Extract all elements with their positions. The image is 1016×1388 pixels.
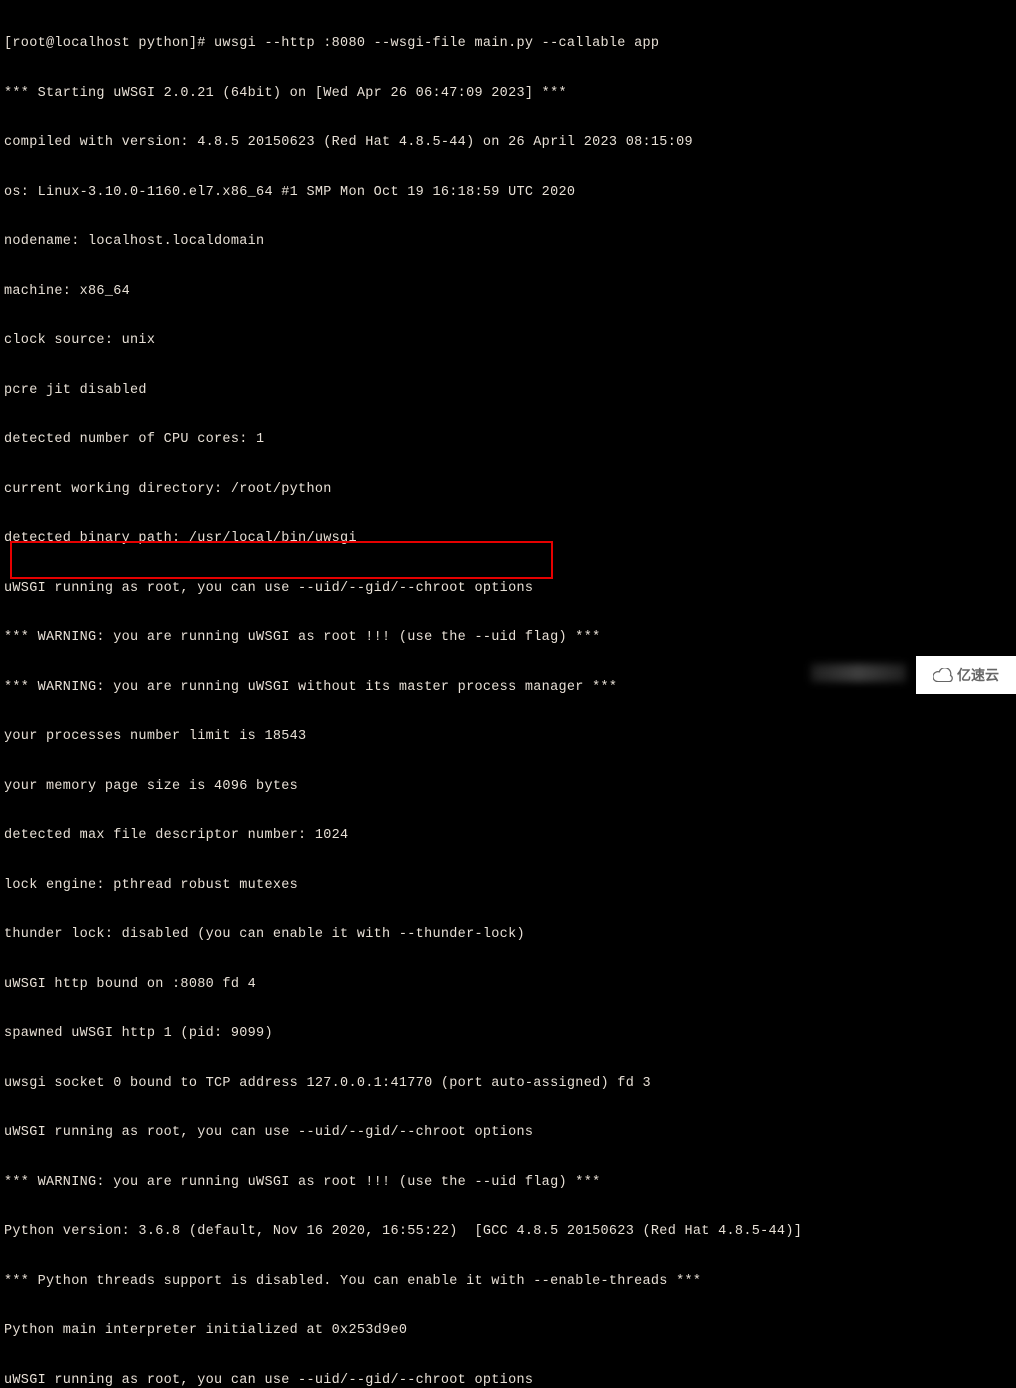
terminal-line: *** Starting uWSGI 2.0.21 (64bit) on [We…: [4, 86, 1012, 103]
terminal-line: uWSGI running as root, you can use --uid…: [4, 1125, 1012, 1142]
terminal-line: *** WARNING: you are running uWSGI as ro…: [4, 1175, 1012, 1192]
terminal-line: *** Python threads support is disabled. …: [4, 1274, 1012, 1291]
terminal-line: detected max file descriptor number: 102…: [4, 828, 1012, 845]
terminal-line: nodename: localhost.localdomain: [4, 234, 1012, 251]
terminal-line: [root@localhost python]# uwsgi --http :8…: [4, 36, 1012, 53]
terminal-line: detected binary path: /usr/local/bin/uws…: [4, 531, 1012, 548]
terminal-line: current working directory: /root/python: [4, 482, 1012, 499]
terminal-line: compiled with version: 4.8.5 20150623 (R…: [4, 135, 1012, 152]
terminal-line: machine: x86_64: [4, 284, 1012, 301]
terminal-line: detected number of CPU cores: 1: [4, 432, 1012, 449]
watermark-logo: 亿速云: [916, 656, 1016, 694]
terminal-line: uWSGI running as root, you can use --uid…: [4, 581, 1012, 598]
terminal-line: Python main interpreter initialized at 0…: [4, 1323, 1012, 1340]
terminal-line: clock source: unix: [4, 333, 1012, 350]
terminal-line: your memory page size is 4096 bytes: [4, 779, 1012, 796]
terminal-output: [root@localhost python]# uwsgi --http :8…: [0, 0, 1016, 1388]
terminal-line: *** WARNING: you are running uWSGI as ro…: [4, 630, 1012, 647]
terminal-line: uWSGI http bound on :8080 fd 4: [4, 977, 1012, 994]
terminal-line: your processes number limit is 18543: [4, 729, 1012, 746]
terminal-line: Python version: 3.6.8 (default, Nov 16 2…: [4, 1224, 1012, 1241]
terminal-line: thunder lock: disabled (you can enable i…: [4, 927, 1012, 944]
terminal-line: os: Linux-3.10.0-1160.el7.x86_64 #1 SMP …: [4, 185, 1012, 202]
terminal-line: uwsgi socket 0 bound to TCP address 127.…: [4, 1076, 1012, 1093]
terminal-line: pcre jit disabled: [4, 383, 1012, 400]
terminal-line: spawned uWSGI http 1 (pid: 9099): [4, 1026, 1012, 1043]
watermark-text: 亿速云: [957, 667, 999, 684]
terminal-line: lock engine: pthread robust mutexes: [4, 878, 1012, 895]
terminal-line: uWSGI running as root, you can use --uid…: [4, 1373, 1012, 1388]
cloud-icon: [933, 668, 953, 682]
watermark-smudge: [811, 664, 906, 682]
